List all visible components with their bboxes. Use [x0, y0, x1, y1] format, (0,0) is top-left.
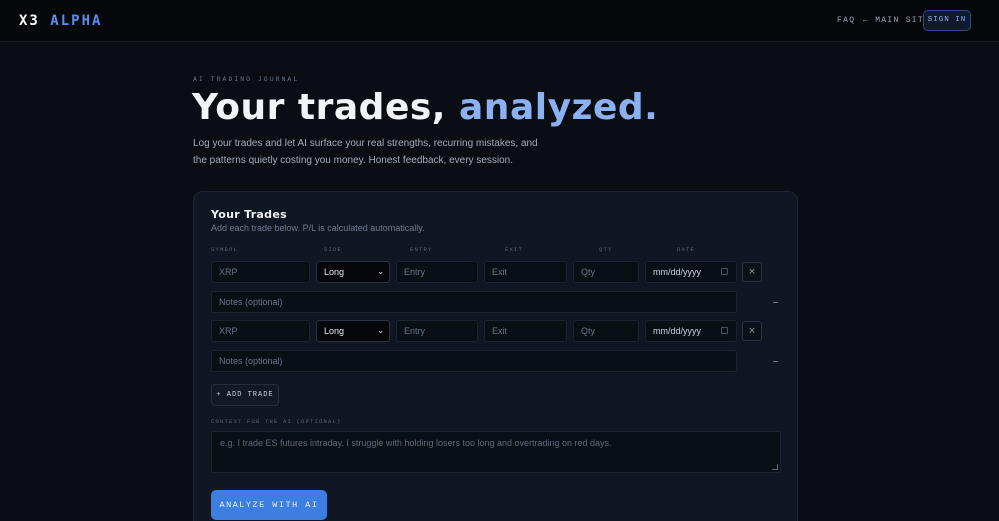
analyze-button[interactable]: ANALYZE WITH AI	[211, 490, 327, 520]
top-navigation-bar: X3 ALPHA FAQ ← MAIN SITE SIGN IN	[0, 0, 999, 42]
page-title-accent: analyzed.	[459, 87, 659, 128]
page-subtitle: Log your trades and let AI surface your …	[193, 138, 538, 166]
trades-card: Your Trades Add each trade below. P/L is…	[193, 191, 798, 521]
resize-handle-icon[interactable]	[772, 464, 778, 470]
card-title: Your Trades	[211, 208, 287, 221]
side-select[interactable]: Long ⌄	[316, 261, 390, 283]
logo-main: X3	[19, 13, 40, 29]
entry-input[interactable]: Entry	[396, 320, 478, 342]
entry-input[interactable]: Entry	[396, 261, 478, 283]
page-title: Your trades, analyzed.	[192, 87, 658, 128]
page-title-main: Your trades,	[192, 87, 446, 128]
page-kicker: AI TRADING JOURNAL	[193, 76, 300, 83]
close-icon: ×	[748, 267, 756, 277]
notes-input[interactable]: Notes (optional)	[211, 291, 737, 313]
date-input[interactable]: mm/dd/yyyy	[645, 261, 737, 283]
close-icon: ×	[748, 326, 756, 336]
nav-link-main-site[interactable]: ← MAIN SITE	[863, 16, 930, 25]
remove-trade-button[interactable]: ×	[742, 321, 762, 341]
chevron-down-icon: ⌄	[377, 326, 384, 335]
date-input-value: mm/dd/yyyy	[653, 267, 702, 277]
calendar-icon[interactable]	[721, 327, 728, 334]
notes-input[interactable]: Notes (optional)	[211, 350, 737, 372]
column-header-side: SIDE	[324, 246, 343, 253]
context-textarea[interactable]: e.g. I trade ES futures intraday. I stru…	[211, 431, 781, 473]
minus-icon[interactable]	[773, 361, 778, 362]
exit-input[interactable]: Exit	[484, 320, 567, 342]
date-input[interactable]: mm/dd/yyyy	[645, 320, 737, 342]
symbol-input[interactable]: XRP	[211, 261, 310, 283]
sign-in-button[interactable]: SIGN IN	[923, 10, 971, 31]
column-header-exit: EXIT	[505, 246, 524, 253]
context-placeholder: e.g. I trade ES futures intraday. I stru…	[220, 438, 612, 448]
column-header-qty: QTY	[599, 246, 613, 253]
chevron-down-icon: ⌄	[377, 267, 384, 276]
logo-accent: ALPHA	[50, 13, 103, 29]
add-trade-button[interactable]: + ADD TRADE	[211, 384, 279, 406]
side-select[interactable]: Long ⌄	[316, 320, 390, 342]
column-header-entry: ENTRY	[410, 246, 433, 253]
side-select-value: Long	[324, 326, 345, 336]
logo[interactable]: X3 ALPHA	[19, 13, 102, 29]
qty-input[interactable]: Qty	[573, 261, 639, 283]
calendar-icon[interactable]	[721, 268, 728, 275]
minus-icon[interactable]	[773, 302, 778, 303]
side-select-value: Long	[324, 267, 345, 277]
column-header-date: DATE	[677, 246, 696, 253]
exit-input[interactable]: Exit	[484, 261, 567, 283]
qty-input[interactable]: Qty	[573, 320, 639, 342]
context-label: CONTEXT FOR THE AI (OPTIONAL)	[211, 418, 342, 425]
card-description: Add each trade below. P/L is calculated …	[211, 223, 425, 233]
symbol-input[interactable]: XRP	[211, 320, 310, 342]
nav-link-faq[interactable]: FAQ	[837, 16, 855, 25]
column-header-symbol: SYMBOL	[211, 246, 239, 253]
remove-trade-button[interactable]: ×	[742, 262, 762, 282]
date-input-value: mm/dd/yyyy	[653, 326, 702, 336]
